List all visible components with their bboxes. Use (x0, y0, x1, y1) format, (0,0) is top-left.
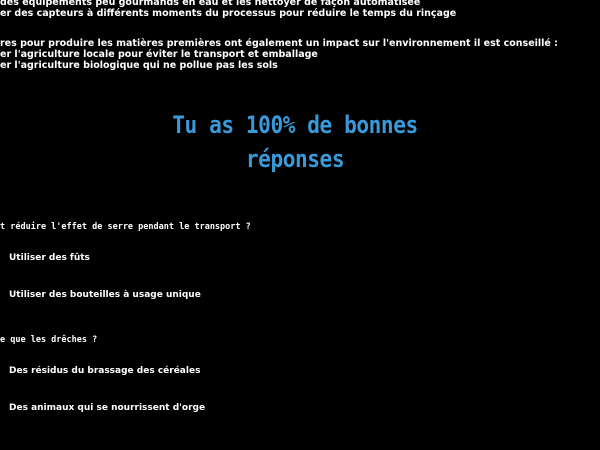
info-line: des équipements peu gourmands en eau et … (0, 0, 421, 8)
question-text: t réduire l'effet de serre pendant le tr… (0, 222, 251, 232)
answer-option[interactable]: Utiliser des bouteilles à usage unique (9, 290, 201, 300)
info-line: er l'agriculture locale pour éviter le t… (0, 49, 318, 60)
answer-option[interactable]: Des résidus du brassage des céréales (9, 366, 200, 376)
info-line: er des capteurs à différents moments du … (0, 8, 457, 19)
question-text: e que les drêches ? (0, 335, 98, 345)
score-result-heading: Tu as 100% de bonnes réponses (35, 108, 554, 176)
score-result-line-1: Tu as 100% de bonnes (172, 111, 418, 139)
info-line: er l'agriculture biologique qui ne pollu… (0, 60, 278, 71)
answer-option[interactable]: Utiliser des fûts (9, 253, 90, 263)
answer-option[interactable]: Des animaux qui se nourrissent d'orge (9, 403, 205, 413)
info-line: res pour produire les matières premières… (0, 38, 558, 49)
score-result-line-2: réponses (245, 145, 345, 173)
